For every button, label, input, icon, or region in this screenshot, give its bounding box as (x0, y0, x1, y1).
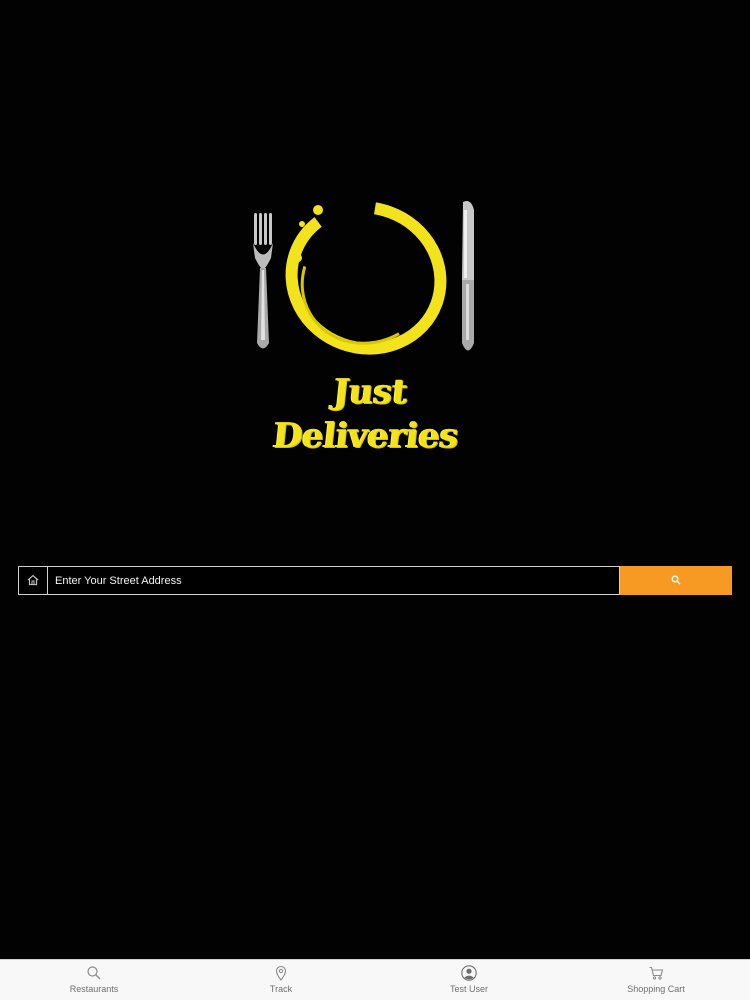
fork-icon (253, 213, 273, 349)
knife-icon (462, 201, 474, 351)
tab-shopping-cart[interactable]: Shopping Cart (609, 960, 703, 1000)
address-search-bar (18, 566, 732, 595)
user-avatar-icon (461, 965, 477, 981)
tab-label: Shopping Cart (627, 984, 685, 994)
tab-track[interactable]: Track (234, 960, 328, 1000)
search-icon (87, 966, 101, 980)
plate-cutlery-logo-icon (253, 201, 474, 355)
app-logo: Just Deliveries (238, 188, 498, 456)
cart-icon (649, 966, 664, 980)
search-icon (671, 575, 681, 585)
map-pin-icon (275, 965, 287, 981)
address-field-container (18, 566, 620, 595)
brand-name: Just Deliveries (271, 372, 461, 456)
bottom-tab-bar: Restaurants Track Test User Shopping Car… (0, 959, 750, 1000)
street-address-input[interactable] (49, 567, 619, 594)
tab-test-user[interactable]: Test User (422, 960, 516, 1000)
address-search-button[interactable] (620, 566, 732, 595)
home-icon (19, 567, 48, 594)
tab-label: Track (269, 984, 293, 994)
tab-label: Test User (449, 984, 488, 994)
tab-label: Restaurants (69, 984, 119, 994)
tab-restaurants[interactable]: Restaurants (47, 960, 141, 1000)
plate-ring-icon (285, 201, 447, 355)
